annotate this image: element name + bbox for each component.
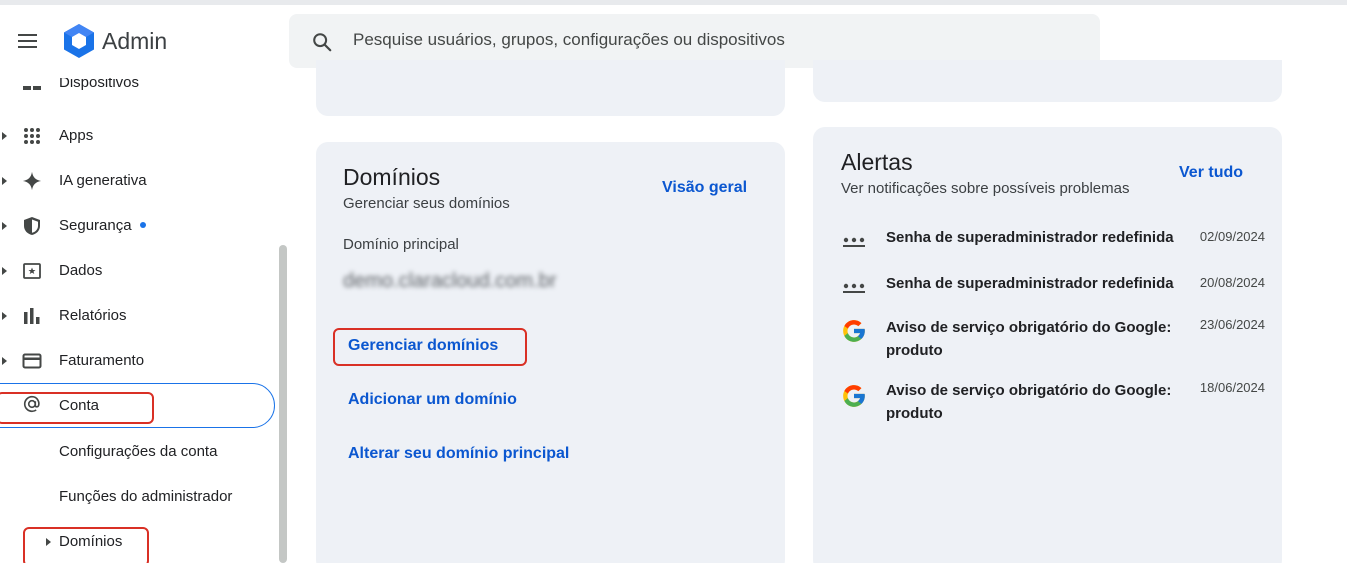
domains-card-title: Domínios: [343, 164, 441, 190]
expand-caret-icon[interactable]: [46, 538, 51, 546]
search-input[interactable]: [353, 30, 1053, 50]
sidebar-item-label: Dispositivos: [59, 78, 140, 91]
sparkle-icon: [22, 171, 42, 191]
expand-caret-icon[interactable]: [2, 357, 7, 365]
sidebar-item-relatorios[interactable]: Relatórios: [0, 294, 276, 338]
alert-text: Senha de superadministrador redefinida: [886, 229, 1174, 246]
alerts-see-all-link[interactable]: Ver tudo: [1179, 164, 1243, 182]
expand-caret-icon[interactable]: [2, 177, 7, 185]
sidebar-item-dispositivos[interactable]: Dispositivos: [0, 78, 276, 114]
dots-icon: [843, 237, 865, 247]
alerts-card-title: Alertas: [841, 149, 913, 175]
data-folder-icon: [22, 261, 42, 281]
shield-icon: [22, 216, 42, 236]
sidebar-item-text: Segurança: [59, 217, 132, 234]
expand-caret-icon[interactable]: [2, 222, 7, 230]
sidebar-subitem-configuracoes-da-conta[interactable]: Configurações da conta: [59, 443, 217, 460]
at-sign-icon: [22, 394, 42, 414]
primary-domain-value: demo.claracloud.com.br: [343, 270, 557, 292]
sidebar-item-label: Apps: [59, 127, 94, 144]
dots-icon: [843, 283, 865, 293]
alert-text: Aviso de serviço obrigatório do Google: …: [886, 382, 1172, 422]
previous-card-left: [316, 60, 785, 116]
sidebar-subitem-funcoes-do-administrador[interactable]: Funções do administrador: [59, 488, 232, 505]
alert-date: 20/08/2024: [1199, 275, 1265, 290]
domains-card-subtitle: Gerenciar seus domínios: [343, 195, 510, 212]
top-border: [0, 0, 1347, 5]
search-icon[interactable]: [311, 31, 333, 53]
manage-domains-link[interactable]: Gerenciar domínios: [348, 337, 498, 355]
alert-date: 18/06/2024: [1199, 380, 1265, 395]
add-domain-link[interactable]: Adicionar um domínio: [348, 391, 517, 409]
alert-date: 02/09/2024: [1199, 229, 1265, 244]
expand-caret-icon[interactable]: [2, 132, 7, 140]
expand-caret-icon[interactable]: [2, 267, 7, 275]
google-icon: [843, 385, 865, 407]
sidebar-item-dados[interactable]: Dados: [0, 249, 276, 293]
change-primary-domain-link[interactable]: Alterar seu domínio principal: [348, 445, 569, 463]
sidebar-item-label: Relatórios: [59, 307, 127, 324]
notification-dot: [139, 222, 146, 229]
sidebar-scrollbar[interactable]: [279, 245, 287, 563]
sidebar-subitem-dominios[interactable]: Domínios: [59, 533, 122, 550]
sidebar-item-faturamento[interactable]: Faturamento: [0, 339, 276, 383]
sidebar-item-label: Faturamento: [59, 352, 145, 369]
sidebar-item-label: Conta: [59, 397, 100, 414]
sidebar-item-label: IA generativa: [59, 172, 147, 189]
domains-overview-link[interactable]: Visão geral: [662, 179, 747, 197]
google-icon: [843, 320, 865, 342]
sidebar-item-conta[interactable]: Conta: [0, 384, 276, 428]
devices-icon: [22, 84, 42, 104]
sidebar-item-seguranca[interactable]: Segurança: [0, 204, 276, 248]
alert-text: Senha de superadministrador redefinida: [886, 275, 1174, 292]
sidebar-item-label: Dados: [59, 262, 103, 279]
sidebar-item-ia-generativa[interactable]: IA generativa: [0, 159, 276, 203]
previous-card-right: [813, 60, 1282, 102]
alert-date: 23/06/2024: [1199, 317, 1265, 332]
sidebar-item-label: Segurança: [59, 217, 146, 234]
main-menu-icon[interactable]: [14, 27, 42, 55]
alerts-card-subtitle: Ver notificações sobre possíveis problem…: [841, 180, 1130, 197]
sidebar-item-apps[interactable]: Apps: [0, 114, 276, 158]
credit-card-icon: [22, 351, 42, 371]
alert-text: Aviso de serviço obrigatório do Google: …: [886, 319, 1172, 359]
apps-grid-icon: [22, 126, 42, 146]
app-title[interactable]: Admin: [102, 28, 167, 55]
primary-domain-label: Domínio principal: [343, 236, 459, 253]
admin-logo-icon[interactable]: [62, 22, 96, 60]
sidebar: Dispositivos Apps IA generativa Seguranç…: [0, 78, 290, 563]
bar-chart-icon: [22, 306, 42, 326]
expand-caret-icon[interactable]: [2, 312, 7, 320]
